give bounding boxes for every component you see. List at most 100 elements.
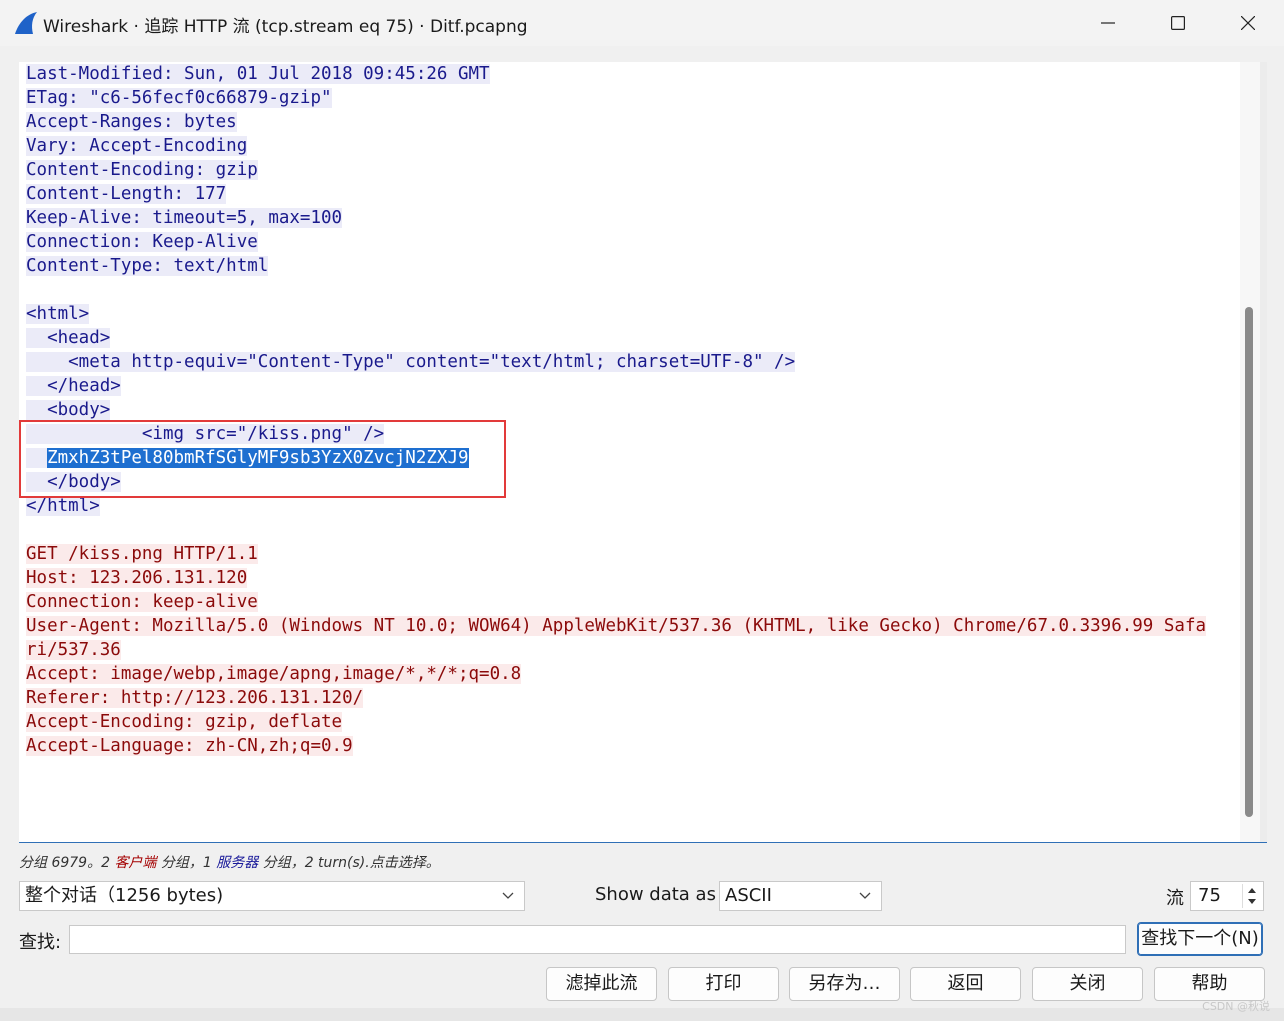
client-link[interactable]: 客户端 [114, 855, 156, 871]
filter-out-stream-button[interactable]: 滤掉此流 [546, 967, 657, 1001]
line-text: </body> [26, 472, 121, 492]
client-line: Referer: http://123.206.131.120/ [26, 686, 1206, 710]
status-text: 分组 6979。2 客户端 分组，1 服务器 分组，2 turn(s).点击选择… [19, 852, 440, 872]
stream-lines: Last-Modified: Sun, 01 Jul 2018 09:45:26… [26, 62, 1207, 758]
maximize-button[interactable] [1143, 0, 1213, 46]
find-label: 查找: [19, 932, 62, 953]
server-line: <html> [26, 302, 1206, 326]
help-button[interactable]: 帮助 [1154, 967, 1265, 1001]
line-text: ETag: "c6-56fecf0c66879-gzip" [26, 88, 332, 108]
stream-label: 流 [1166, 888, 1184, 909]
line-text: Vary: Accept-Encoding [26, 136, 248, 156]
spin-buttons[interactable] [1242, 884, 1261, 908]
line-text: Referer: http://123.206.131.120/ [26, 688, 364, 708]
line-text: Accept-Encoding: gzip, deflate [26, 712, 343, 732]
server-line [26, 278, 1206, 302]
minimize-button[interactable] [1073, 0, 1143, 46]
line-text: Accept: image/webp,image/apng,image/*,*/… [26, 664, 522, 684]
line-text: Connection: Keep-Alive [26, 232, 258, 252]
conversation-select-value: 整个对话（1256 bytes) [25, 885, 224, 906]
server-line: <body> [26, 398, 1206, 422]
server-line: Connection: Keep-Alive [26, 230, 1206, 254]
stream-number-value: 75 [1198, 885, 1221, 906]
close-icon [1241, 16, 1255, 30]
minimize-icon [1101, 22, 1115, 24]
find-next-button[interactable]: 查找下一个(N) [1137, 922, 1263, 956]
server-line: </body> [26, 470, 1206, 494]
chevron-down-icon [502, 892, 514, 899]
server-line: Accept-Ranges: bytes [26, 110, 1206, 134]
maximize-icon [1171, 16, 1185, 30]
line-text: Content-Length: 177 [26, 184, 227, 204]
line-text: <meta http-equiv="Content-Type" content=… [26, 352, 796, 372]
spin-down-icon[interactable] [1243, 896, 1261, 908]
close-window-button[interactable] [1213, 0, 1283, 46]
wireshark-fin-icon [15, 12, 37, 34]
line-text: Keep-Alive: timeout=5, max=100 [26, 208, 343, 228]
server-line: ETag: "c6-56fecf0c66879-gzip" [26, 86, 1206, 110]
status-part: 分组，1 [156, 855, 217, 871]
server-line: Last-Modified: Sun, 01 Jul 2018 09:45:26… [26, 62, 1206, 86]
server-line: Vary: Accept-Encoding [26, 134, 1206, 158]
line-text [26, 448, 48, 468]
window-title: Wireshark · 追踪 HTTP 流 (tcp.stream eq 75)… [43, 17, 528, 37]
line-text: </html> [26, 496, 100, 516]
stream-text-view[interactable]: Last-Modified: Sun, 01 Jul 2018 09:45:26… [19, 62, 1267, 843]
status-part: 分组，2 turn(s).点击选择。 [258, 855, 440, 871]
client-line: Accept: image/webp,image/apng,image/*,*/… [26, 662, 1206, 686]
line-text: Connection: keep-alive [26, 592, 258, 612]
server-line: </html> [26, 494, 1206, 518]
print-button[interactable]: 打印 [668, 967, 779, 1001]
server-line: ZmxhZ3tPel80bmRfSGlyMF9sb3YzX0ZvcjN2ZXJ9 [26, 446, 1206, 470]
show-data-select-value: ASCII [725, 885, 772, 906]
line-text: GET /kiss.png HTTP/1.1 [26, 544, 258, 564]
stream-number-spinbox[interactable]: 75 [1190, 881, 1264, 911]
show-data-select[interactable]: ASCII [719, 881, 882, 911]
selected-text: ZmxhZ3tPel80bmRfSGlyMF9sb3YzX0ZvcjN2ZXJ9 [47, 448, 469, 468]
scrollbar-gutter [1260, 62, 1267, 842]
watermark: CSDN @秋说 [1202, 1000, 1270, 1013]
chevron-down-icon [859, 892, 871, 899]
line-text: Accept-Ranges: bytes [26, 112, 237, 132]
client-line: ri/537.36 [26, 638, 1206, 662]
status-part: 分组 6979。2 [19, 855, 115, 871]
title-bar: Wireshark · 追踪 HTTP 流 (tcp.stream eq 75)… [0, 0, 1284, 46]
find-input[interactable] [69, 925, 1126, 954]
line-text: <html> [26, 304, 90, 324]
line-text: Content-Type: text/html [26, 256, 269, 276]
line-text: Content-Encoding: gzip [26, 160, 258, 180]
server-line: Keep-Alive: timeout=5, max=100 [26, 206, 1206, 230]
client-line: GET /kiss.png HTTP/1.1 [26, 542, 1206, 566]
server-line: </head> [26, 374, 1206, 398]
line-text: <head> [26, 328, 111, 348]
server-line: Content-Encoding: gzip [26, 158, 1206, 182]
line-text: </head> [26, 376, 121, 396]
line-text: Accept-Language: zh-CN,zh;q=0.9 [26, 736, 353, 756]
line-text: Last-Modified: Sun, 01 Jul 2018 09:45:26… [26, 64, 490, 84]
client-line: Host: 123.206.131.120 [26, 566, 1206, 590]
spin-up-icon[interactable] [1243, 884, 1261, 896]
scrollbar-thumb[interactable] [1245, 307, 1253, 817]
server-line: Content-Length: 177 [26, 182, 1206, 206]
line-text: User-Agent: Mozilla/5.0 (Windows NT 10.0… [26, 616, 1207, 636]
client-line: Connection: keep-alive [26, 590, 1206, 614]
server-line: <head> [26, 326, 1206, 350]
back-button[interactable]: 返回 [910, 967, 1021, 1001]
server-line [26, 518, 1206, 542]
server-line: <meta http-equiv="Content-Type" content=… [26, 350, 1206, 374]
client-line: Accept-Language: zh-CN,zh;q=0.9 [26, 734, 1206, 758]
save-as-button[interactable]: 另存为… [789, 967, 900, 1001]
server-line: Content-Type: text/html [26, 254, 1206, 278]
window-footer [0, 1008, 1284, 1021]
close-button[interactable]: 关闭 [1032, 967, 1143, 1001]
conversation-select[interactable]: 整个对话（1256 bytes) [19, 881, 525, 911]
line-text: <img src="/kiss.png" /> [26, 424, 385, 444]
line-text: <body> [26, 400, 111, 420]
client-line: User-Agent: Mozilla/5.0 (Windows NT 10.0… [26, 614, 1207, 638]
line-text: Host: 123.206.131.120 [26, 568, 248, 588]
client-line: Accept-Encoding: gzip, deflate [26, 710, 1206, 734]
show-data-label: Show data as [595, 884, 716, 905]
server-link[interactable]: 服务器 [216, 855, 258, 871]
server-line: <img src="/kiss.png" /> [26, 422, 1206, 446]
line-text: ri/537.36 [26, 640, 121, 660]
